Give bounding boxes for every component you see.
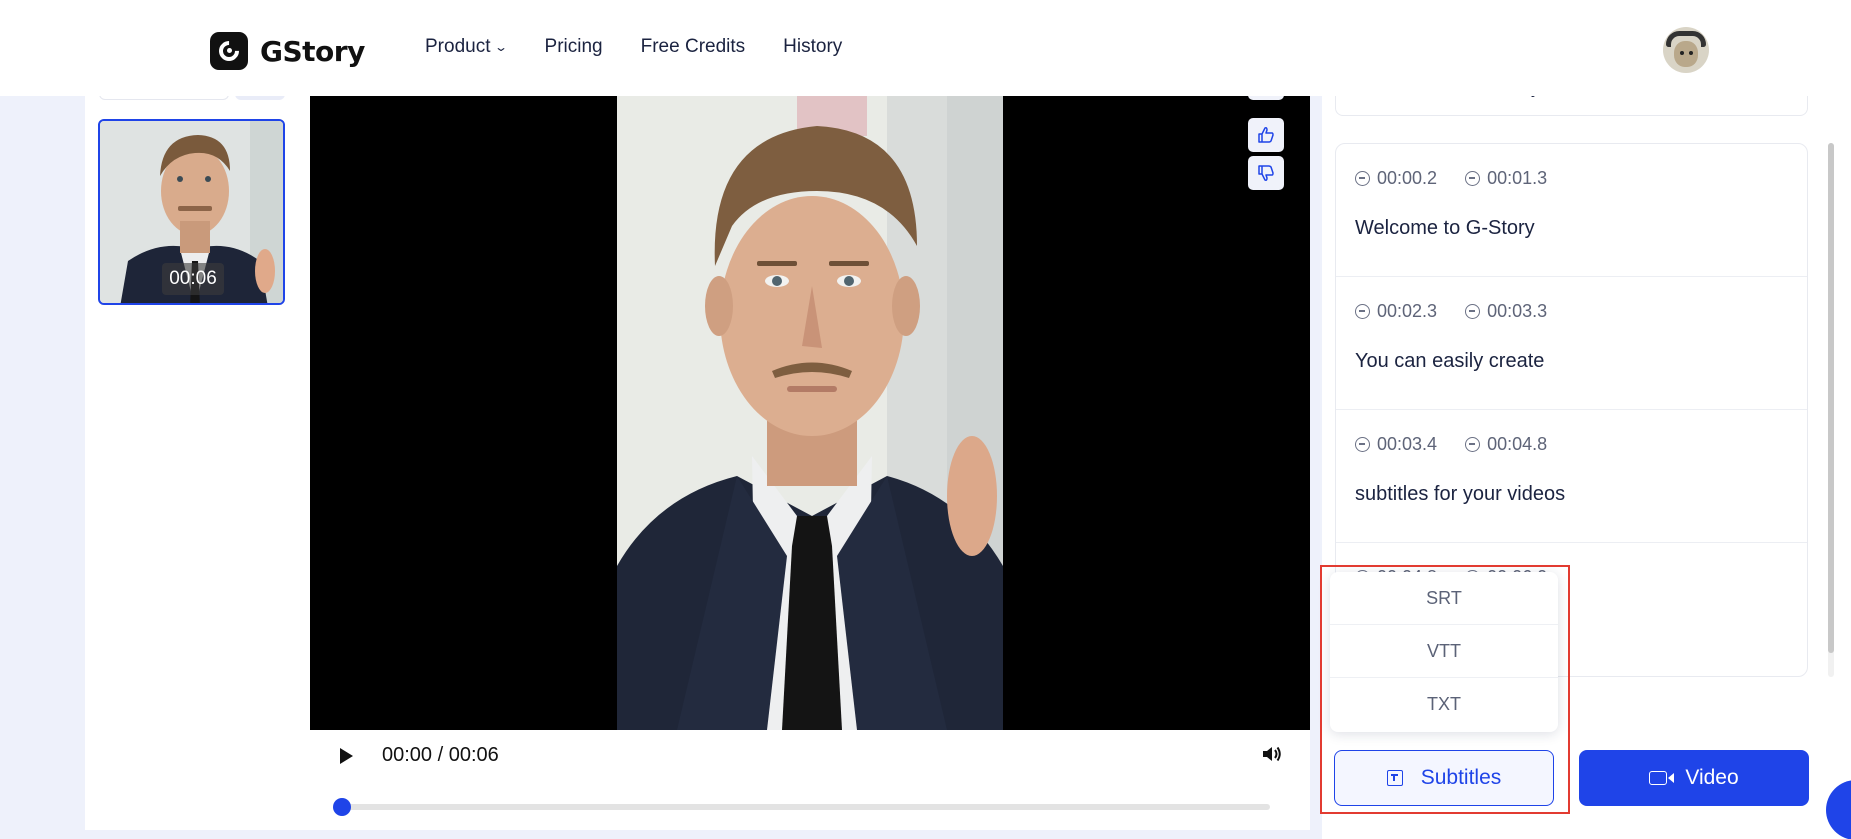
start-time-icon <box>1355 171 1370 186</box>
nav-history-label: History <box>783 36 843 57</box>
progress-bar[interactable] <box>333 798 1270 816</box>
media-sidebar: 00:06 <box>85 86 298 830</box>
thumbs-up-icon <box>1258 127 1274 143</box>
nav-free-credits-label: Free Credits <box>640 36 746 57</box>
subtitle-text[interactable]: Welcome to G-Story <box>1355 217 1535 240</box>
video-button-label: Video <box>1685 766 1739 789</box>
brand-name: GStory <box>260 34 365 68</box>
main-nav: Product ⌄ Pricing Free Credits History <box>425 36 880 58</box>
end-time-icon <box>1465 304 1481 319</box>
menu-item-txt[interactable]: TXT <box>1330 678 1558 731</box>
end-time-icon <box>1465 171 1481 186</box>
subtitle-text[interactable]: subtitles for your videos <box>1355 483 1565 506</box>
play-icon[interactable] <box>340 748 353 764</box>
presenter-figure <box>617 96 1003 730</box>
like-button[interactable] <box>1248 118 1284 152</box>
thumbnail-duration: 00:06 <box>162 263 224 295</box>
start-time[interactable]: 00:00.2 <box>1377 168 1437 189</box>
end-time[interactable]: 00:04.8 <box>1487 434 1547 455</box>
text-icon <box>1386 770 1403 786</box>
nav-product[interactable]: Product ⌄ <box>425 36 509 58</box>
chevron-down-icon: ⌄ <box>494 40 509 54</box>
brand-logo[interactable]: GStory <box>210 32 365 70</box>
subtitle-times: 00:02.3 00:03.3 <box>1355 301 1547 322</box>
top-header: GStory Product ⌄ Pricing Free Credits Hi… <box>0 0 1851 96</box>
nav-pricing-label: Pricing <box>544 36 603 57</box>
subtitle-entry[interactable]: 00:02.3 00:03.3 You can easily create <box>1336 277 1807 410</box>
progress-handle[interactable] <box>333 798 351 816</box>
start-time[interactable]: 00:03.4 <box>1377 434 1437 455</box>
volume-icon[interactable] <box>1260 742 1284 766</box>
start-time-icon <box>1355 304 1370 319</box>
start-time-icon <box>1355 437 1370 452</box>
time-display: 00:00 / 00:06 <box>382 744 499 766</box>
subtitle-times: 00:00.2 00:01.3 <box>1355 168 1547 189</box>
menu-item-srt[interactable]: SRT <box>1330 572 1558 625</box>
download-subtitles-button[interactable]: Subtitles <box>1334 750 1554 806</box>
user-avatar[interactable] <box>1663 27 1709 73</box>
subtitle-panel: Adjust Subtitle 00:00.2 00:01.3 Welcome … <box>1322 86 1851 839</box>
avatar-eye <box>1680 51 1684 55</box>
subtitles-button-label: Subtitles <box>1420 766 1502 789</box>
scrollbar-thumb[interactable] <box>1828 143 1834 653</box>
end-time[interactable]: 00:01.3 <box>1487 168 1547 189</box>
subtitle-times: 00:03.4 00:04.8 <box>1355 434 1547 455</box>
thumbs-down-icon <box>1258 165 1274 181</box>
menu-item-vtt[interactable]: VTT <box>1330 625 1558 678</box>
subtitle-text[interactable]: You can easily create <box>1355 350 1544 373</box>
video-frame-image <box>617 96 1003 730</box>
nav-history[interactable]: History <box>783 36 842 58</box>
nav-pricing[interactable]: Pricing <box>545 36 603 58</box>
nav-product-label: Product <box>425 36 491 57</box>
avatar-headphones <box>1666 31 1706 47</box>
subtitle-scrollbar[interactable] <box>1828 143 1834 677</box>
end-time-icon <box>1465 437 1481 452</box>
video-camera-icon <box>1649 771 1675 785</box>
end-time[interactable]: 00:03.3 <box>1487 301 1547 322</box>
logo-icon <box>210 32 248 70</box>
start-time[interactable]: 00:02.3 <box>1377 301 1437 322</box>
download-video-button[interactable]: Video <box>1579 750 1809 806</box>
subtitle-entry[interactable]: 00:00.2 00:01.3 Welcome to G-Story <box>1336 144 1807 277</box>
dislike-button[interactable] <box>1248 156 1284 190</box>
nav-free-credits[interactable]: Free Credits <box>641 36 746 58</box>
subtitle-entry[interactable]: 00:03.4 00:04.8 subtitles for your video… <box>1336 410 1807 543</box>
avatar-eye <box>1689 51 1693 55</box>
video-thumbnail[interactable]: 00:06 <box>98 119 285 305</box>
video-player: 00:00 / 00:06 <box>298 86 1310 830</box>
video-canvas[interactable] <box>310 96 1310 730</box>
player-controls: 00:00 / 00:06 <box>310 730 1310 830</box>
subtitle-format-menu: SRT VTT TXT <box>1330 572 1558 732</box>
